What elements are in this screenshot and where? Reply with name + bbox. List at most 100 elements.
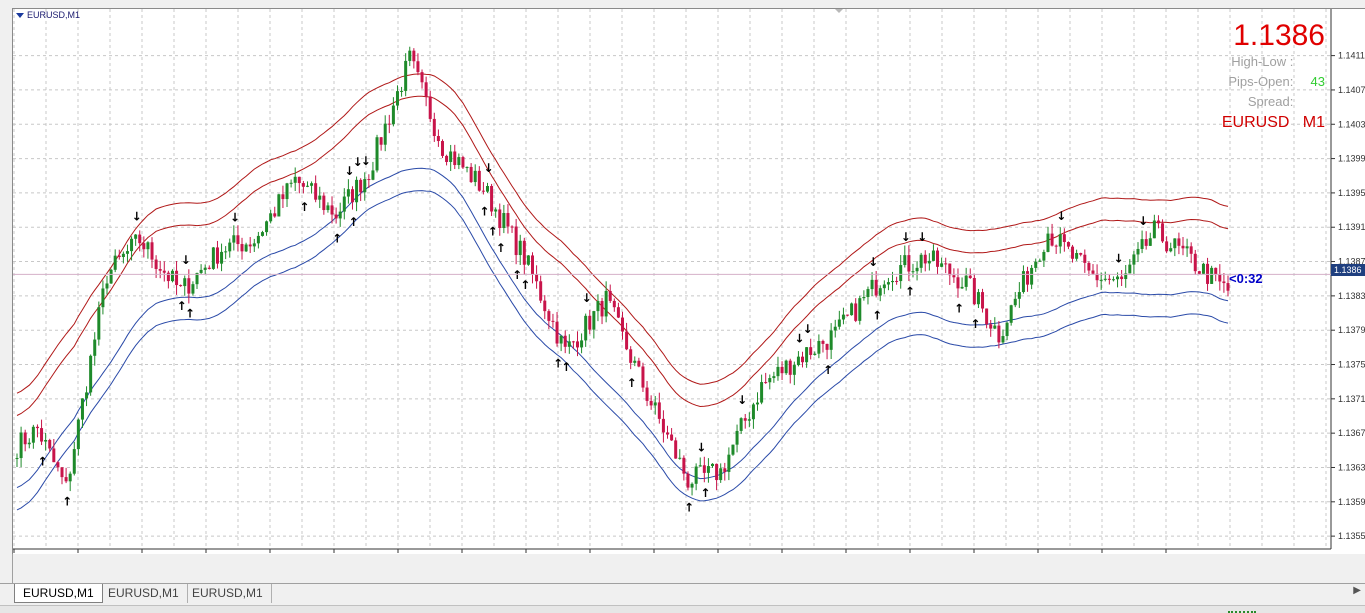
candle-body — [1034, 261, 1038, 268]
buy-arrow-icon: ↑ — [823, 363, 833, 377]
candle-body — [657, 402, 661, 419]
candle-body — [109, 269, 113, 284]
candle-body — [886, 282, 890, 285]
candle-body — [400, 90, 404, 92]
tab-chart-2[interactable]: EURUSD,M1 — [100, 584, 188, 603]
candle-body — [318, 195, 322, 200]
candle-body — [690, 483, 694, 488]
candle-body — [711, 463, 715, 467]
candle-body — [841, 314, 845, 320]
chevron-down-icon[interactable] — [16, 12, 24, 18]
candle-body — [870, 279, 874, 290]
candle-body — [571, 341, 575, 343]
candle-body — [15, 458, 19, 460]
sell-arrow-icon: ↓ — [1056, 209, 1066, 223]
candle-body — [273, 213, 277, 217]
candle-body — [449, 151, 453, 162]
candle-body — [412, 50, 416, 62]
current-price-box: 1.1386 — [1331, 264, 1365, 276]
price-tick-label: 1.13795 — [1338, 325, 1365, 335]
candle-body — [805, 347, 809, 363]
candle-body — [461, 157, 465, 168]
candle-body — [989, 324, 993, 329]
candle-body — [387, 123, 391, 125]
spread-row: Spread: — [1222, 92, 1325, 112]
candle-body — [363, 179, 367, 193]
candle-body — [661, 418, 665, 433]
candle-body — [346, 189, 350, 197]
candle-body — [1071, 246, 1075, 259]
candle-body — [1075, 253, 1079, 259]
candle-body — [297, 176, 301, 184]
candle-body — [338, 211, 342, 219]
candle-body — [1136, 248, 1140, 255]
candle-body — [97, 307, 101, 340]
candle-body — [837, 319, 841, 327]
candle-body — [575, 341, 579, 348]
candle-body — [514, 226, 518, 256]
tab-scroll-right-icon[interactable]: ▶ — [1353, 585, 1361, 596]
candle-body — [981, 292, 985, 309]
candle-body — [747, 419, 751, 421]
sell-arrow-icon: ↓ — [868, 255, 878, 269]
candle-body — [220, 251, 224, 264]
price-tick-label: 1.13995 — [1338, 154, 1365, 164]
candle-body — [899, 265, 903, 282]
buy-arrow-icon: ↑ — [488, 225, 498, 239]
candle-body — [633, 360, 637, 363]
sell-arrow-icon: ↓ — [132, 210, 142, 224]
candle-body — [792, 365, 796, 375]
candle-body — [1177, 238, 1181, 246]
candle-body — [125, 251, 129, 254]
timeframe-label: M1 — [1302, 114, 1325, 131]
candle-body — [952, 275, 956, 278]
candle-body — [510, 226, 514, 228]
candle-body — [379, 137, 383, 145]
candle-body — [563, 335, 567, 347]
candle-body — [301, 183, 305, 187]
candle-body — [612, 300, 616, 308]
candle-body — [105, 283, 109, 289]
chart-window[interactable]: 1.14115 1.14075 1.14035 1.13995 1.13955 1.139… — [12, 8, 1365, 554]
candle-body — [927, 260, 931, 264]
candle-body — [567, 341, 571, 347]
candle-body — [432, 118, 436, 137]
bar-countdown: <0:32 — [1229, 271, 1263, 286]
pips-open-label: Pips-Open: — [1228, 74, 1294, 89]
candle-body — [1013, 298, 1017, 306]
price-tick-label: 1.13715 — [1338, 394, 1365, 404]
candle-body — [52, 448, 56, 463]
candle-body — [285, 183, 289, 200]
chart-window-title[interactable]: EURUSD,M1 — [16, 10, 80, 20]
tab-chart-1[interactable]: EURUSD,M1 — [14, 584, 103, 603]
candle-body — [518, 240, 522, 256]
candle-body — [342, 196, 346, 212]
candle-body — [232, 235, 236, 243]
candle-body — [522, 240, 526, 265]
sell-arrow-icon: ↓ — [582, 291, 592, 305]
candle-body — [825, 343, 829, 350]
candle-body — [960, 286, 964, 289]
candle-body — [649, 400, 653, 406]
candle-body — [1091, 270, 1095, 274]
candle-body — [207, 267, 211, 269]
candle-body — [1107, 278, 1111, 280]
candlestick-chart[interactable]: 1.14115 1.14075 1.14035 1.13995 1.13955 1.139… — [13, 9, 1365, 554]
candle-body — [248, 244, 252, 247]
candle-body — [829, 330, 833, 350]
tab-chart-3[interactable]: EURUSD,M1 — [184, 584, 272, 603]
candle-body — [764, 382, 768, 384]
candle-body — [891, 280, 895, 283]
candle-body — [371, 170, 375, 180]
candle-body — [40, 428, 44, 442]
candle-body — [1111, 279, 1115, 281]
candle-body — [588, 315, 592, 330]
candle-body — [48, 439, 52, 449]
candle-body — [240, 244, 244, 252]
candle-body — [113, 255, 117, 270]
candle-body — [911, 271, 915, 273]
candle-body — [1030, 267, 1034, 285]
candle-body — [968, 275, 972, 279]
buy-arrow-icon: ↑ — [185, 307, 195, 321]
candle-body — [940, 263, 944, 267]
